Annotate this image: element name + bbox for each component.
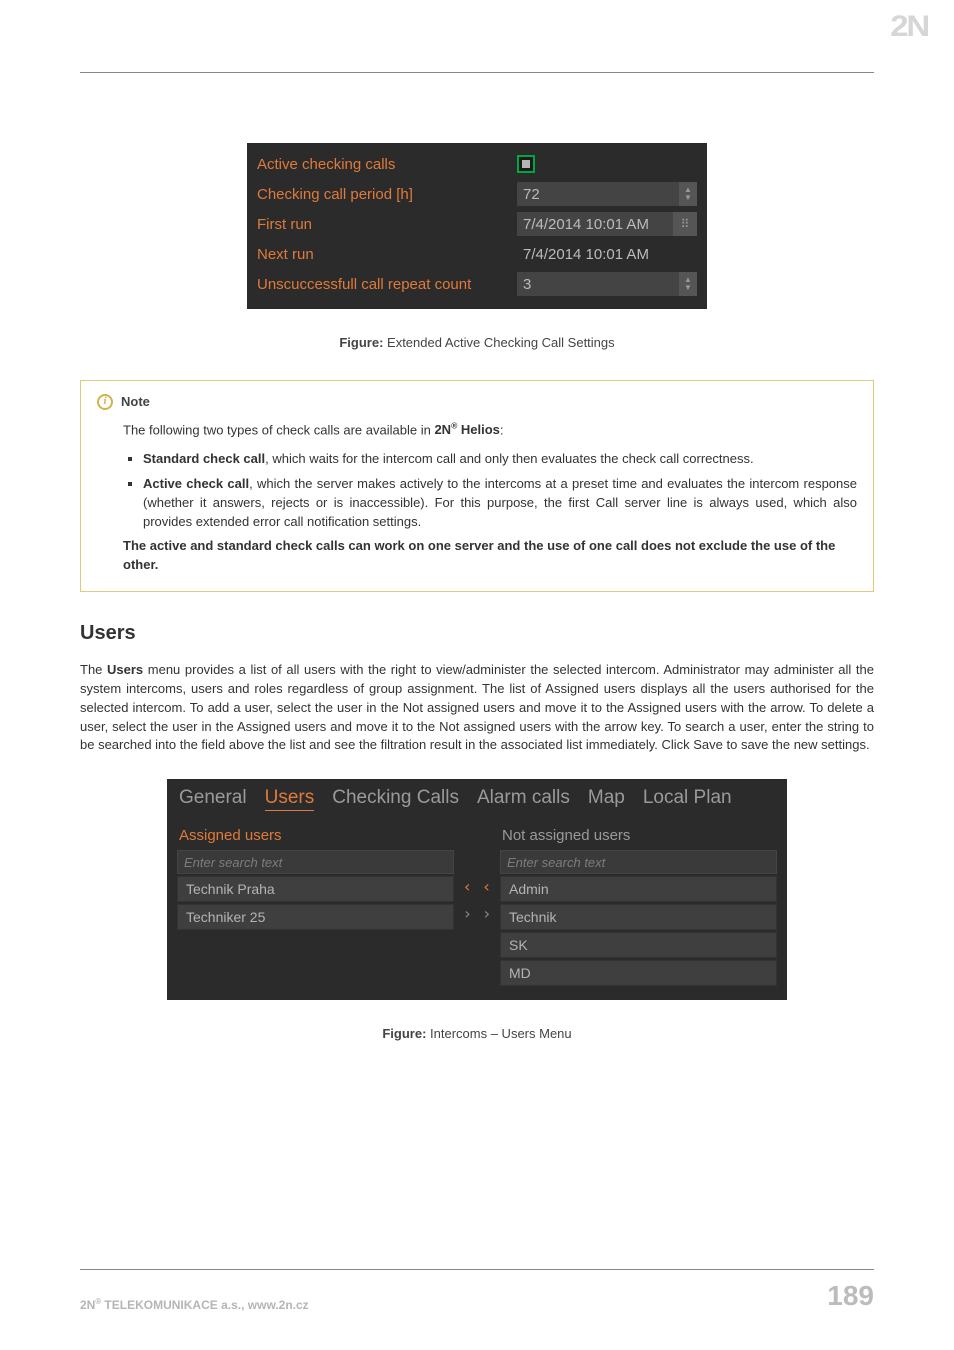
first-run-input[interactable]: 7/4/2014 10:01 AM ⠿: [517, 212, 697, 236]
tab-general[interactable]: General: [179, 787, 247, 811]
tab-alarm-calls[interactable]: Alarm calls: [477, 787, 570, 811]
assigned-users-title: Assigned users: [179, 827, 452, 844]
not-assigned-search-input[interactable]: Enter search text: [500, 850, 777, 874]
list-item[interactable]: Technik: [500, 904, 777, 930]
repeat-count-value: 3: [517, 276, 679, 293]
note-intro: The following two types of check calls a…: [123, 420, 857, 440]
note-box: i Note The following two types of check …: [80, 380, 874, 592]
page-number: 189: [827, 1280, 874, 1312]
info-icon: i: [97, 394, 113, 410]
active-checking-calls-checkbox[interactable]: [517, 155, 535, 173]
move-left-button[interactable]: ‹ ‹: [463, 877, 492, 896]
note-bullet-active: Active check call, which the server make…: [143, 475, 857, 532]
next-run-value: 7/4/2014 10:01 AM: [517, 246, 649, 263]
active-checking-settings-panel: Active checking calls Checking call peri…: [247, 143, 707, 309]
list-item[interactable]: Technik Praha: [177, 876, 454, 902]
spinner-icon[interactable]: ▲▼: [679, 182, 697, 206]
not-assigned-users-title: Not assigned users: [502, 827, 775, 844]
assigned-search-input[interactable]: Enter search text: [177, 850, 454, 874]
note-title: Note: [121, 393, 150, 412]
active-checking-calls-label: Active checking calls: [257, 156, 517, 173]
tab-local-plan[interactable]: Local Plan: [643, 787, 732, 811]
checking-call-period-value: 72: [517, 186, 679, 203]
tab-map[interactable]: Map: [588, 787, 625, 811]
repeat-count-label: Unscuccessfull call repeat count: [257, 276, 517, 293]
brand-logo: 2N: [892, 10, 926, 44]
users-menu-panel: General Users Checking Calls Alarm calls…: [167, 779, 787, 1000]
next-run-label: Next run: [257, 246, 517, 263]
footer-company: 2N® TELEKOMUNIKACE a.s., www.2n.cz: [80, 1297, 309, 1312]
move-right-button[interactable]: › ›: [463, 904, 492, 923]
tab-checking-calls[interactable]: Checking Calls: [332, 787, 459, 811]
page-footer: 2N® TELEKOMUNIKACE a.s., www.2n.cz 189: [80, 1269, 874, 1312]
list-item[interactable]: Techniker 25: [177, 904, 454, 930]
note-closing: The active and standard check calls can …: [123, 538, 835, 572]
repeat-count-input[interactable]: 3 ▲▼: [517, 272, 697, 296]
figure-caption-1: Figure: Extended Active Checking Call Se…: [80, 335, 874, 350]
list-item[interactable]: SK: [500, 932, 777, 958]
list-item[interactable]: Admin: [500, 876, 777, 902]
checking-call-period-input[interactable]: 72 ▲▼: [517, 182, 697, 206]
calendar-icon[interactable]: ⠿: [673, 212, 697, 236]
first-run-label: First run: [257, 216, 517, 233]
tab-bar: General Users Checking Calls Alarm calls…: [167, 779, 787, 815]
spinner-icon[interactable]: ▲▼: [679, 272, 697, 296]
users-heading: Users: [80, 622, 874, 645]
note-bullet-standard: Standard check call, which waits for the…: [143, 450, 857, 469]
checking-call-period-label: Checking call period [h]: [257, 186, 517, 203]
header-rule: [80, 72, 874, 73]
users-paragraph: The Users menu provides a list of all us…: [80, 661, 874, 755]
tab-users[interactable]: Users: [265, 787, 315, 811]
first-run-value: 7/4/2014 10:01 AM: [517, 216, 673, 233]
figure-caption-2: Figure: Intercoms – Users Menu: [80, 1026, 874, 1041]
list-item[interactable]: MD: [500, 960, 777, 986]
